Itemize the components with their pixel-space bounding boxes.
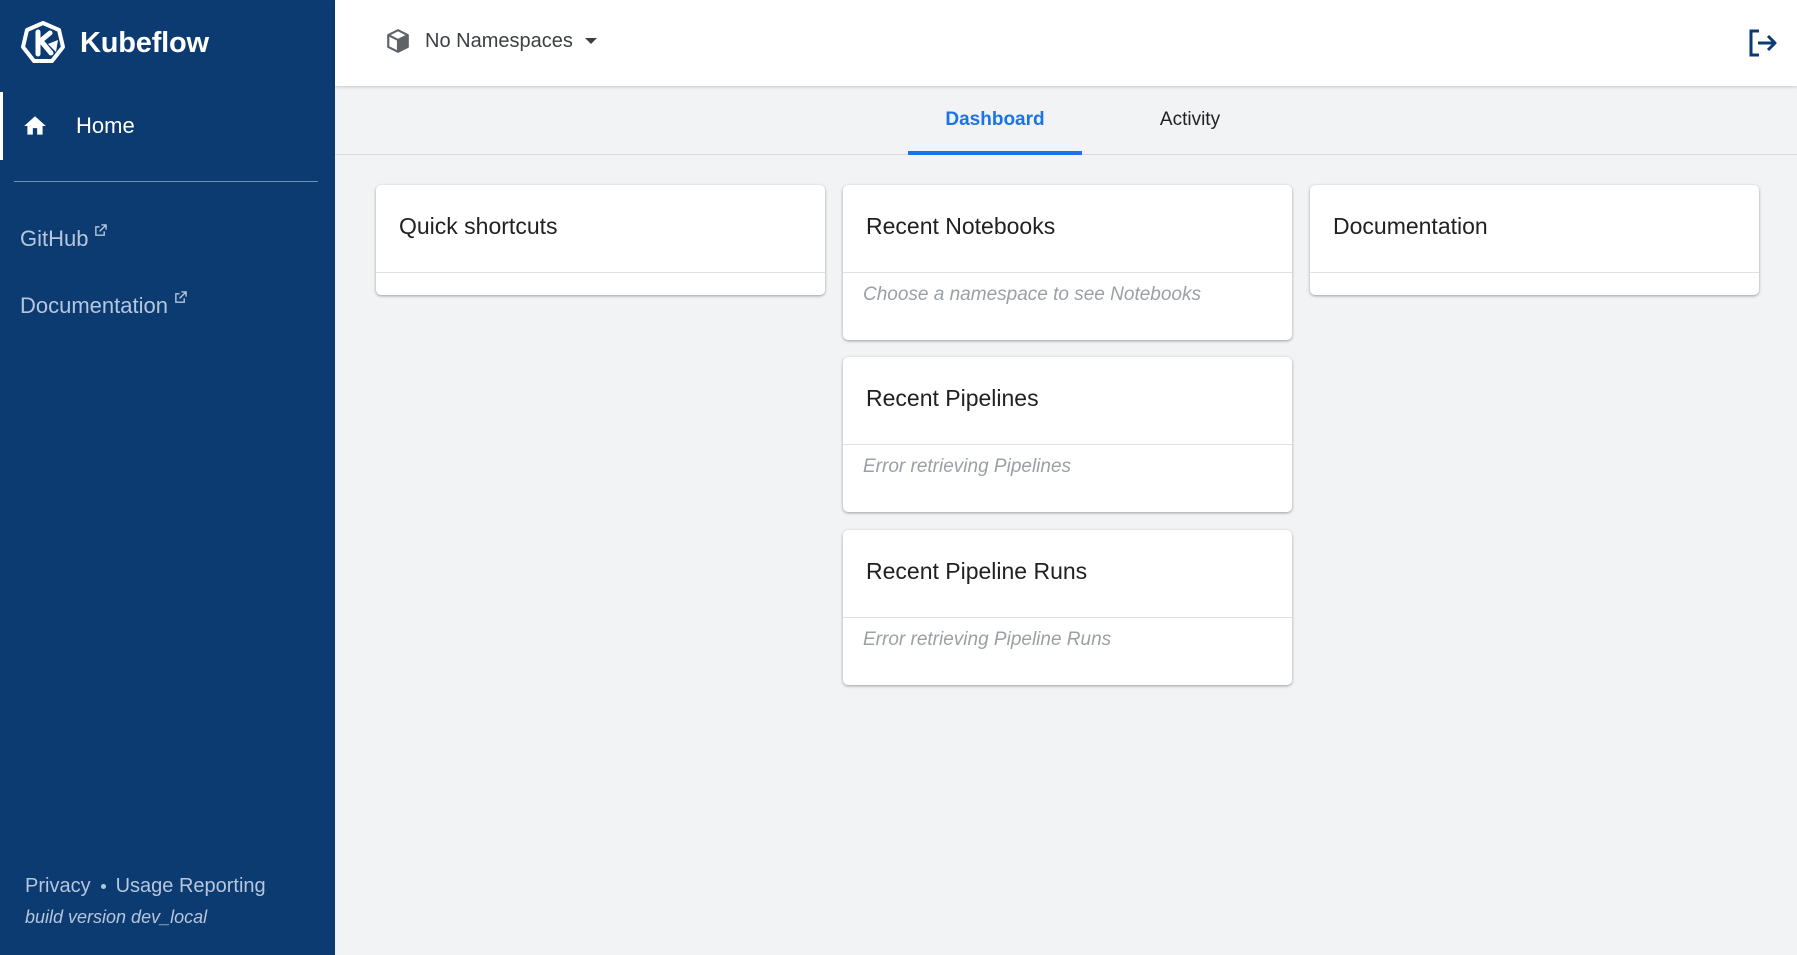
kubeflow-logo-icon xyxy=(21,21,65,63)
tab-activity[interactable]: Activity xyxy=(1115,86,1265,154)
sidebar-link-label: GitHub xyxy=(20,226,89,251)
card-divider xyxy=(843,272,1292,273)
card-title: Recent Notebooks xyxy=(866,213,1056,239)
card-title: Documentation xyxy=(1333,213,1488,239)
brand-name: Kubeflow xyxy=(80,26,209,59)
external-link-icon xyxy=(175,291,187,303)
sidebar-item-label: Home xyxy=(76,113,135,138)
tab-dashboard[interactable]: Dashboard xyxy=(908,86,1082,155)
external-link-icon xyxy=(95,224,108,236)
sidebar-link-label: Documentation xyxy=(20,293,168,318)
build-version: build version dev_local xyxy=(25,907,208,927)
card-title: Recent Pipeline Runs xyxy=(866,558,1088,584)
card-title: Quick shortcuts xyxy=(399,213,558,239)
namespace-box-icon xyxy=(387,29,409,53)
sidebar-footer-links: Privacy Usage Reporting xyxy=(25,875,266,898)
card-quick-shortcuts: Quick shortcuts xyxy=(376,185,825,295)
namespace-selector[interactable]: No Namespaces xyxy=(385,28,599,54)
sidebar-divider xyxy=(14,181,318,182)
card-divider xyxy=(376,272,825,273)
chevron-down-icon xyxy=(584,38,597,44)
card-documentation: Documentation xyxy=(1310,185,1759,295)
card-title: Recent Pipelines xyxy=(866,385,1039,411)
namespace-label: No Namespaces xyxy=(425,29,573,52)
sidebar-link-github[interactable]: GitHub xyxy=(20,224,108,252)
privacy-link[interactable]: Privacy xyxy=(25,875,91,898)
brand[interactable]: Kubeflow xyxy=(20,20,209,66)
card-message: Error retrieving Pipelines xyxy=(863,456,1072,477)
card-recent-pipelines: Recent Pipelines Error retrieving Pipeli… xyxy=(843,357,1292,512)
tab-bar: Dashboard Activity xyxy=(335,86,1797,155)
sidebar-link-documentation[interactable]: Documentation xyxy=(20,291,187,319)
sidebar: Kubeflow Home GitHub Documentation Priva… xyxy=(0,0,335,955)
top-bar: No Namespaces xyxy=(335,0,1797,86)
logout-icon[interactable] xyxy=(1745,26,1779,60)
home-icon xyxy=(24,116,46,135)
card-message: Error retrieving Pipeline Runs xyxy=(863,629,1112,650)
usage-reporting-link[interactable]: Usage Reporting xyxy=(116,875,266,898)
sidebar-item-home[interactable]: Home xyxy=(0,92,335,160)
card-message: Choose a namespace to see Notebooks xyxy=(863,284,1201,305)
card-recent-notebooks: Recent Notebooks Choose a namespace to s… xyxy=(843,185,1292,340)
card-divider xyxy=(1310,272,1759,273)
separator-dot xyxy=(100,884,106,889)
card-divider xyxy=(843,617,1292,618)
card-recent-pipeline-runs: Recent Pipeline Runs Error retrieving Pi… xyxy=(843,530,1292,685)
card-divider xyxy=(843,444,1292,445)
